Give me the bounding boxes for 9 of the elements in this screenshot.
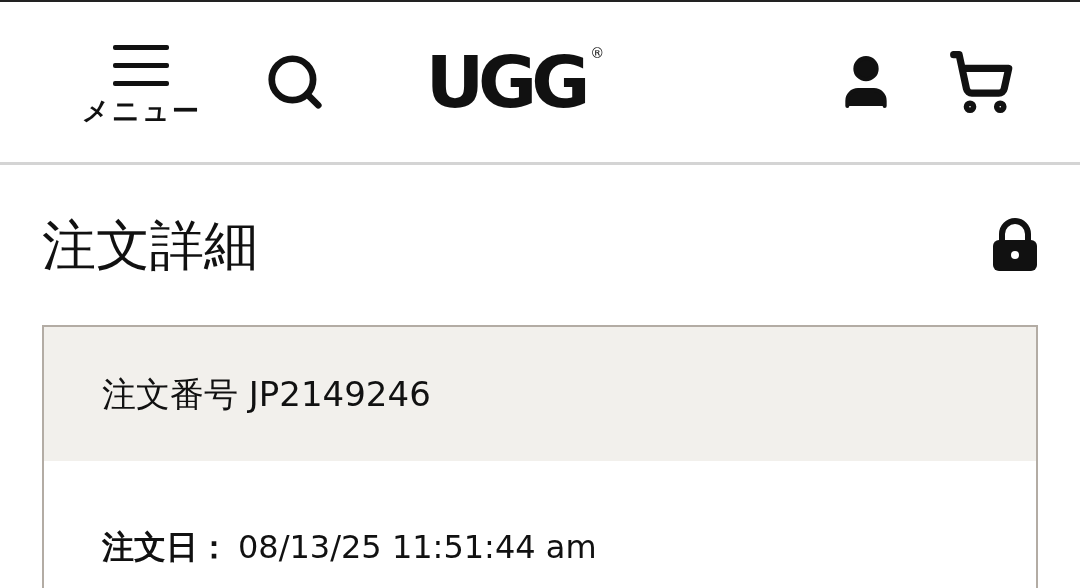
cart-icon	[948, 49, 1014, 115]
cart-button[interactable]	[948, 49, 1014, 115]
menu-button[interactable]: メニュー	[76, 40, 206, 124]
logo-link[interactable]: UGG®	[421, 40, 609, 124]
lock-icon	[992, 218, 1038, 272]
order-date-value: 08/13/25 11:51:44 am	[238, 527, 597, 568]
order-date-label: 注文日：	[102, 527, 230, 568]
page-title: 注文詳細	[42, 212, 258, 279]
order-number: 注文番号 JP2149246	[102, 372, 431, 416]
